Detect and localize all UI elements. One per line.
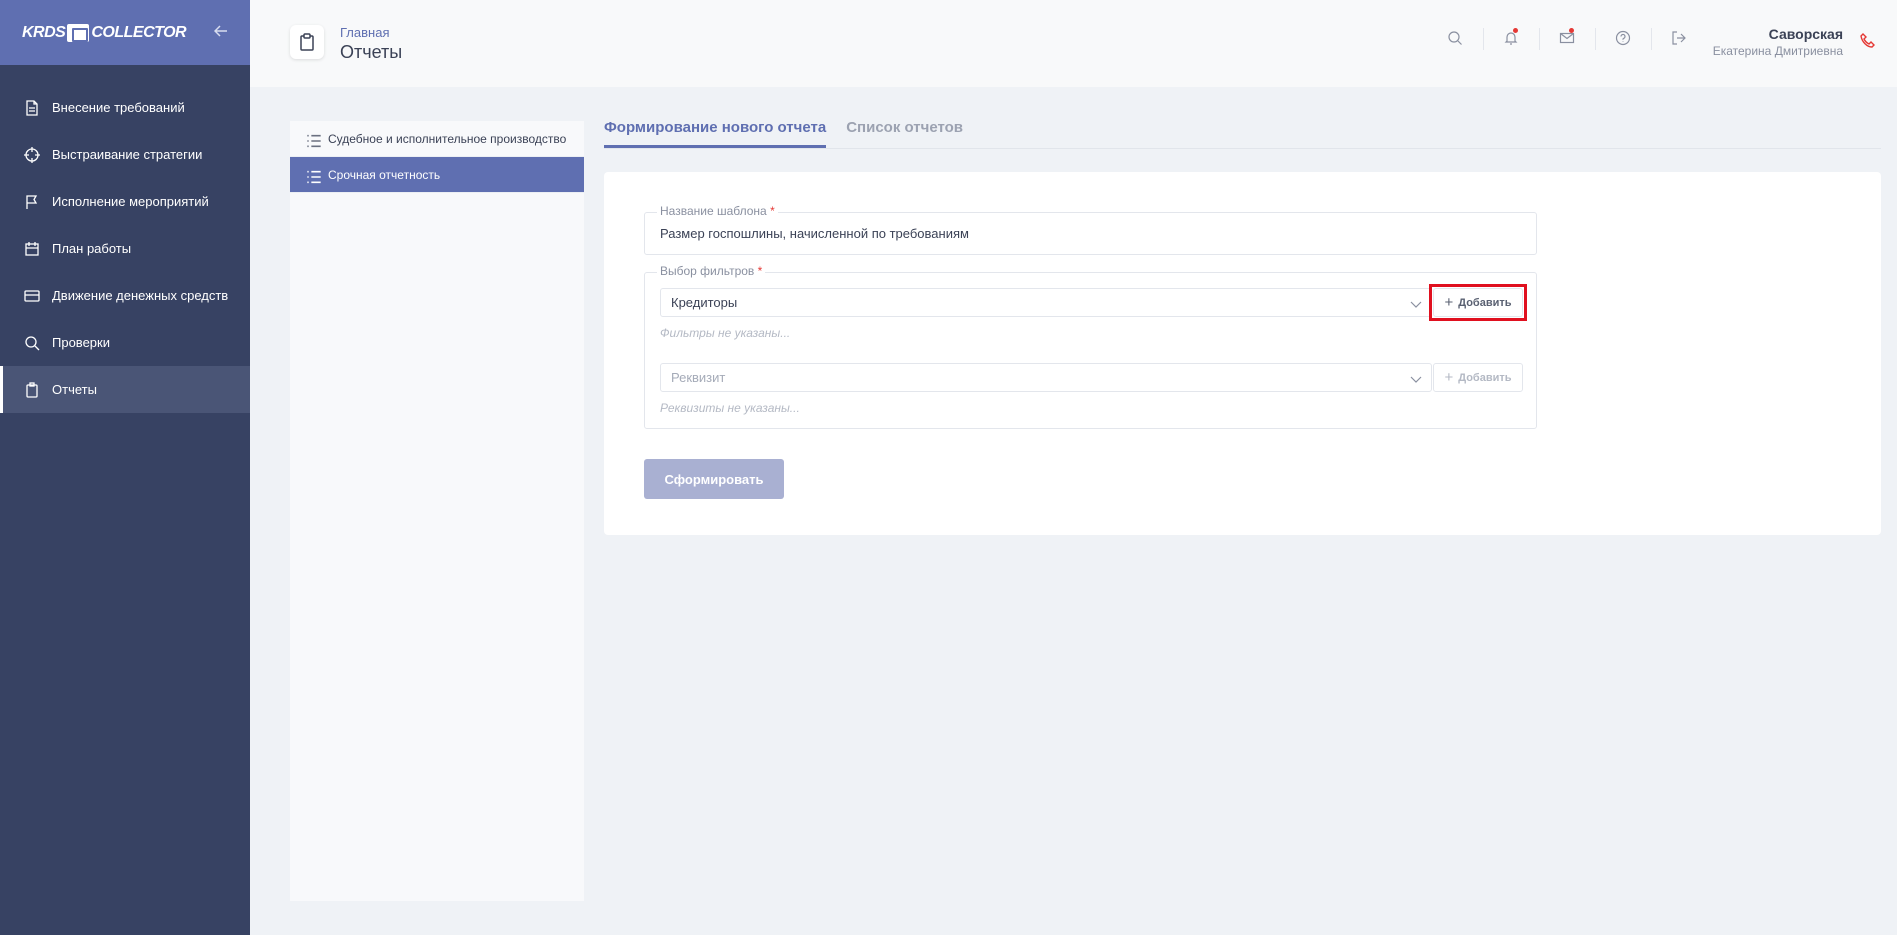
clipboard-icon [290, 25, 324, 59]
logo-text-right: COLLECTOR [91, 23, 187, 41]
user-last-name: Саворская [1768, 26, 1843, 42]
sidebar-item-work-plan[interactable]: План работы [0, 225, 250, 272]
breadcrumb-home[interactable]: Главная [340, 25, 402, 40]
reports-submenu: Судебное и исполнительное производство С… [290, 121, 584, 901]
sidebar-item-label: Отчеты [52, 382, 97, 397]
box-icon [67, 23, 90, 42]
help-button[interactable] [1595, 28, 1651, 50]
submenu-item-label: Судебное и исполнительное производство [328, 131, 567, 146]
filter-select[interactable]: Кредиторы [660, 288, 1432, 317]
help-icon [1615, 30, 1631, 46]
arrow-left-icon[interactable] [213, 22, 228, 43]
add-requisite-label: Добавить [1458, 371, 1512, 384]
list-icon [306, 169, 321, 183]
header-actions [1427, 28, 1707, 50]
breadcrumb: Главная Отчеты [340, 25, 402, 63]
user-info[interactable]: Саворская Екатерина Дмитриевна [1713, 26, 1843, 58]
requisites-empty-note: Реквизиты не указаны... [660, 401, 800, 415]
phone-icon[interactable] [1859, 32, 1877, 55]
sidebar-item-label: Исполнение мероприятий [52, 194, 209, 209]
requisite-placeholder: Реквизит [671, 370, 726, 385]
sidebar-item-requirements[interactable]: Внесение требований [0, 84, 250, 131]
filter-select-value: Кредиторы [671, 295, 738, 310]
top-header: Главная Отчеты Саворская Екатерина Дмитр… [250, 0, 1897, 87]
crosshair-icon [24, 146, 40, 163]
search-icon [24, 335, 40, 351]
plus-icon: + [1444, 369, 1454, 386]
calendar-icon [24, 241, 40, 257]
requisite-select[interactable]: Реквизит [660, 363, 1432, 392]
submenu-item-urgent[interactable]: Срочная отчетность [290, 157, 584, 193]
highlight-box [1429, 284, 1527, 321]
template-name-value: Размер госпошлины, начисленной по требов… [660, 226, 969, 241]
sidebar-item-label: Движение денежных средств [52, 288, 229, 303]
sidebar-item-label: План работы [52, 241, 132, 256]
list-icon [306, 133, 321, 147]
logo[interactable]: KRDS COLLECTOR [22, 23, 187, 42]
message-dot [1569, 28, 1574, 33]
required-mark: * [770, 204, 775, 218]
user-first-name: Екатерина Дмитриевна [1712, 44, 1843, 58]
report-form-card: Название шаблона * Размер госпошлины, на… [604, 172, 1881, 535]
sidebar-item-cash-flow[interactable]: Движение денежных средств [0, 272, 250, 319]
notification-dot [1513, 28, 1518, 33]
chevron-down-icon [1410, 372, 1422, 387]
submenu-item-label: Срочная отчетность [328, 167, 441, 182]
submenu-item-court[interactable]: Судебное и исполнительное производство [290, 121, 584, 157]
document-icon [24, 99, 40, 116]
sidebar-item-label: Выстраивание стратегии [52, 147, 203, 162]
template-name-field[interactable]: Название шаблона * Размер госпошлины, на… [644, 204, 1537, 255]
sidebar: KRDS COLLECTOR Внесение требований Выстр… [0, 0, 250, 935]
template-name-label: Название шаблона * [657, 204, 778, 218]
sidebar-nav: Внесение требований Выстраивание стратег… [0, 84, 250, 413]
sidebar-item-events[interactable]: Исполнение мероприятий [0, 178, 250, 225]
search-icon [1448, 31, 1462, 45]
sidebar-item-label: Внесение требований [52, 100, 185, 115]
sidebar-header: KRDS COLLECTOR [0, 0, 250, 65]
generate-report-button[interactable]: Сформировать [644, 459, 784, 499]
tab-report-list[interactable]: Список отчетов [846, 119, 963, 148]
template-name-label-text: Название шаблона [660, 204, 767, 218]
sidebar-item-checks[interactable]: Проверки [0, 319, 250, 366]
sidebar-item-label: Проверки [52, 335, 110, 350]
clipboard-icon [24, 381, 40, 398]
filters-label-text: Выбор фильтров [660, 264, 755, 278]
page-title: Отчеты [340, 42, 403, 62]
filters-label: Выбор фильтров * [657, 264, 766, 278]
filters-empty-note: Фильтры не указаны... [660, 326, 791, 340]
search-button[interactable] [1427, 30, 1483, 46]
filters-fieldset: Выбор фильтров * Кредиторы + Добавить Фи… [644, 264, 1537, 429]
notifications-button[interactable] [1483, 28, 1539, 50]
report-tabs: Формирование нового отчета Список отчето… [604, 119, 1881, 149]
flag-icon [24, 194, 40, 210]
sidebar-item-reports[interactable]: Отчеты [0, 366, 250, 413]
required-mark: * [757, 264, 763, 278]
sidebar-item-strategy[interactable]: Выстраивание стратегии [0, 131, 250, 178]
logout-icon [1672, 31, 1686, 45]
messages-button[interactable] [1539, 28, 1595, 50]
logo-text-left: KRDS [22, 23, 66, 41]
credit-card-icon [24, 288, 40, 304]
add-requisite-button[interactable]: + Добавить [1433, 363, 1523, 392]
tab-new-report[interactable]: Формирование нового отчета [604, 119, 827, 148]
chevron-down-icon [1410, 297, 1422, 312]
logout-button[interactable] [1651, 28, 1707, 50]
